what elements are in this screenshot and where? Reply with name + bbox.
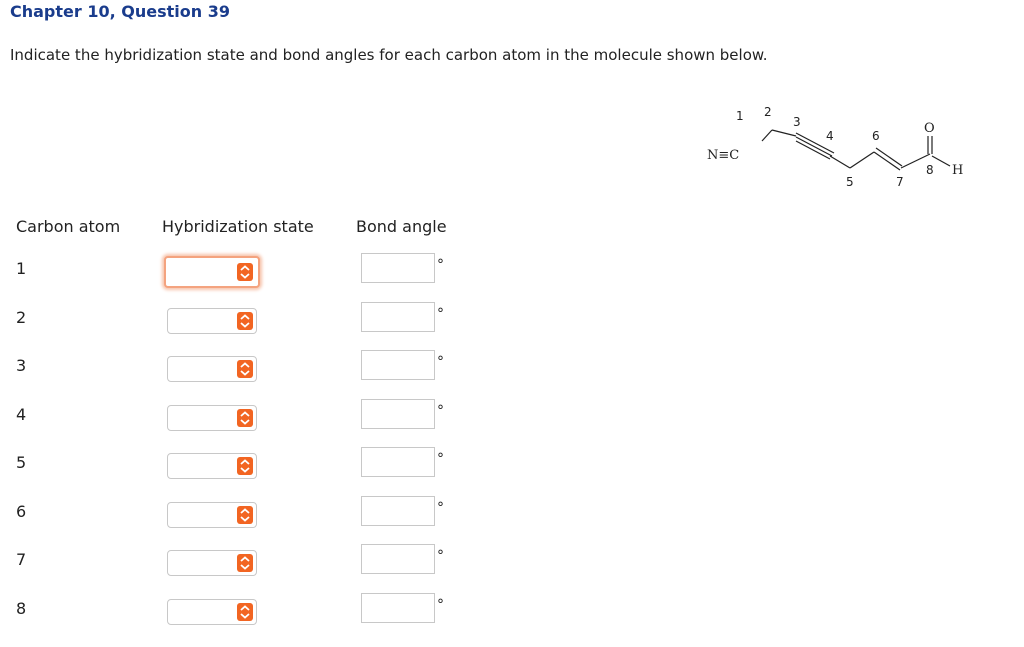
column-header-carbon-atom: Carbon atom	[16, 217, 121, 236]
table-row: 7 °	[0, 544, 520, 598]
carbon-atom-number: 6	[16, 501, 27, 521]
carbon-atom-number: 1	[16, 259, 27, 278]
atom-number-7: 7	[896, 175, 904, 189]
bond-angle-input-4[interactable]	[361, 398, 435, 429]
carbon-atom-number: 4	[16, 404, 27, 424]
table-row: 2 °	[0, 301, 520, 356]
bond-angle-input-2[interactable]	[361, 301, 435, 332]
column-header-hybridization: Hybridization state	[162, 217, 314, 236]
carbon-atom-number: 8	[16, 598, 27, 618]
chevron-up-down-icon	[237, 602, 253, 621]
table-row: 6 °	[0, 495, 520, 550]
degree-symbol: °	[437, 499, 444, 516]
bond-angle-input-6[interactable]	[361, 495, 435, 526]
hybridization-select-4[interactable]	[167, 404, 257, 431]
atom-number-3: 3	[793, 115, 801, 129]
hybridization-select-7[interactable]	[167, 550, 257, 576]
bond-angle-input-1[interactable]	[361, 253, 435, 283]
degree-symbol: °	[437, 354, 444, 370]
hybridization-select-5[interactable]	[167, 453, 257, 479]
question-instruction: Indicate the hybridization state and bon…	[10, 46, 768, 64]
table-row: 8 °	[0, 592, 520, 647]
table-row: 5 °	[0, 447, 520, 501]
atom-number-8: 8	[926, 163, 934, 177]
column-header-bond-angle: Bond angle	[356, 217, 447, 236]
chevron-up-down-icon	[237, 457, 253, 475]
degree-symbol: °	[437, 402, 444, 419]
hybridization-select-8[interactable]	[167, 598, 257, 625]
carbon-atom-number: 5	[16, 453, 27, 472]
degree-symbol: °	[437, 451, 444, 467]
atom-number-6: 6	[872, 129, 880, 143]
bond-angle-input-3[interactable]	[361, 350, 435, 380]
atom-number-5: 5	[846, 175, 854, 189]
degree-symbol: °	[437, 257, 444, 273]
bond-angle-input-8[interactable]	[361, 592, 435, 623]
carbon-atom-number: 7	[16, 550, 27, 569]
hybridization-select-2[interactable]	[167, 307, 257, 334]
table-row: 4 °	[0, 398, 520, 453]
atom-number-4: 4	[826, 129, 834, 143]
carbon-atom-number: 3	[16, 356, 27, 375]
hybridization-select-3[interactable]	[167, 356, 257, 382]
chevron-up-down-icon	[237, 408, 253, 427]
hybridization-select-6[interactable]	[167, 501, 257, 528]
chevron-up-down-icon	[237, 263, 253, 281]
atom-number-2: 2	[764, 105, 772, 119]
page-title: Chapter 10, Question 39	[10, 2, 230, 21]
degree-symbol: °	[437, 596, 444, 613]
oxygen-label: O	[924, 121, 935, 136]
hydrogen-label: H	[952, 163, 963, 178]
chevron-up-down-icon	[237, 505, 253, 524]
nitrile-label: N≡C	[707, 148, 739, 163]
chevron-up-down-icon	[237, 360, 253, 378]
table-row: 3 °	[0, 350, 520, 404]
hybridization-select-1[interactable]	[164, 256, 260, 288]
molecule-structure: N≡C O H 1 2 3 4 5 6 7 8	[707, 105, 963, 189]
degree-symbol: °	[437, 305, 444, 322]
degree-symbol: °	[437, 548, 444, 564]
table-row: 1 °	[0, 253, 520, 307]
bond-angle-input-7[interactable]	[361, 544, 435, 574]
atom-number-1: 1	[736, 109, 744, 123]
chevron-up-down-icon	[237, 311, 253, 330]
chevron-up-down-icon	[237, 554, 253, 572]
carbon-atom-number: 2	[16, 307, 27, 327]
bond-angle-input-5[interactable]	[361, 447, 435, 477]
